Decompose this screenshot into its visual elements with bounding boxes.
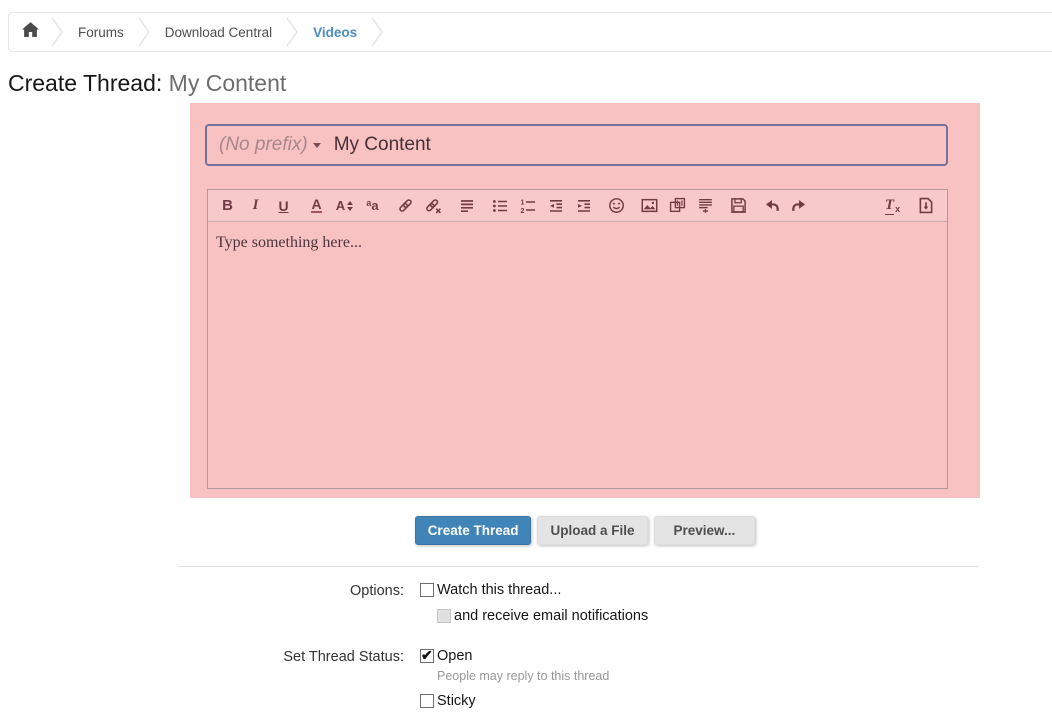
breadcrumb-separator-icon xyxy=(138,13,151,51)
quote-icon[interactable] xyxy=(696,196,715,215)
section-divider xyxy=(178,566,978,567)
sticky-label: Sticky xyxy=(437,693,476,709)
text-alignment-icon[interactable] xyxy=(457,196,476,215)
editor-placeholder: Type something here... xyxy=(216,234,362,251)
watch-thread-row: Options: Watch this thread... xyxy=(0,582,1052,599)
unlink-icon[interactable] xyxy=(424,196,443,215)
redo-icon[interactable] xyxy=(790,196,809,215)
numbered-list-icon[interactable]: 12 xyxy=(518,196,537,215)
email-notifications-label: and receive email notifications xyxy=(454,608,648,624)
remove-formatting-icon[interactable]: T x xyxy=(883,196,902,215)
email-notifications-row: and receive email notifications xyxy=(0,608,1052,624)
home-breadcrumb[interactable] xyxy=(9,22,51,42)
thread-status-sticky-row: Sticky xyxy=(0,693,1052,709)
prefix-dropdown-label: (No prefix) xyxy=(219,134,308,156)
email-notifications-checkbox[interactable] xyxy=(437,609,451,623)
options-section: Options: Watch this thread... and receiv… xyxy=(0,582,1052,709)
font-size-icon[interactable]: A xyxy=(335,196,354,215)
editor-body[interactable]: Type something here... xyxy=(208,222,947,488)
breadcrumb-separator-icon xyxy=(286,13,299,51)
upload-file-button[interactable]: Upload a File xyxy=(537,516,647,545)
page-title-prefix: Create Thread: xyxy=(8,70,162,96)
action-button-row: Create Thread Upload a File Preview... xyxy=(190,516,980,545)
svg-text:2: 2 xyxy=(520,208,524,214)
breadcrumb-download-central[interactable]: Download Central xyxy=(151,25,286,40)
insert-media-icon[interactable] xyxy=(668,196,687,215)
preview-button[interactable]: Preview... xyxy=(654,516,756,545)
indent-icon[interactable] xyxy=(574,196,593,215)
smilies-icon[interactable] xyxy=(607,196,626,215)
outdent-icon[interactable] xyxy=(546,196,565,215)
draft-group xyxy=(722,196,755,215)
open-hint-row: People may reply to this thread xyxy=(0,665,1052,683)
editor-toolbar: B I U A A a a xyxy=(208,190,947,222)
checkmark-icon: ✔ xyxy=(421,649,433,661)
font-family-icon[interactable]: a a xyxy=(363,196,382,215)
thread-title-input[interactable]: (No prefix) My Content xyxy=(205,124,948,166)
insert-image-icon[interactable] xyxy=(640,196,659,215)
chevron-down-icon xyxy=(313,143,321,148)
italic-icon[interactable]: I xyxy=(246,196,265,215)
watch-thread-checkbox[interactable] xyxy=(420,583,434,597)
thread-status-label: Set Thread Status: xyxy=(0,648,420,665)
bulleted-list-icon[interactable] xyxy=(490,196,509,215)
breadcrumb-separator-icon xyxy=(51,13,64,51)
editor-mode-group: T x xyxy=(876,196,944,215)
format-group: B I U xyxy=(211,196,300,215)
highlighted-form-overlay: (No prefix) My Content B I U A A a a xyxy=(190,103,980,498)
open-hint: People may reply to this thread xyxy=(420,669,609,683)
svg-text:1: 1 xyxy=(520,199,524,206)
link-group xyxy=(389,196,450,215)
thread-title-value: My Content xyxy=(334,134,431,156)
media-group xyxy=(633,196,722,215)
breadcrumb: Forums Download Central Videos xyxy=(8,12,1052,52)
bold-icon[interactable]: B xyxy=(218,196,237,215)
create-thread-button[interactable]: Create Thread xyxy=(415,516,532,545)
sticky-checkbox[interactable] xyxy=(420,694,434,708)
list-group: 12 xyxy=(483,196,600,215)
font-group: A A a a xyxy=(300,196,389,215)
history-group xyxy=(755,196,816,215)
underline-icon[interactable]: U xyxy=(274,196,293,215)
toggle-bbcode-editor-icon[interactable] xyxy=(916,196,935,215)
watch-thread-label: Watch this thread... xyxy=(437,582,561,598)
text-color-icon[interactable]: A xyxy=(311,198,321,213)
breadcrumb-forums[interactable]: Forums xyxy=(64,25,138,40)
breadcrumb-videos[interactable]: Videos xyxy=(299,25,371,40)
breadcrumb-separator-icon xyxy=(371,13,384,51)
undo-icon[interactable] xyxy=(762,196,781,215)
home-icon xyxy=(22,22,39,42)
rich-text-editor: B I U A A a a xyxy=(207,189,948,489)
smilies-group xyxy=(600,196,633,215)
prefix-dropdown[interactable]: (No prefix) xyxy=(219,134,321,156)
open-checkbox[interactable]: ✔ xyxy=(420,649,434,663)
open-label: Open xyxy=(437,648,472,664)
page-title: Create Thread: My Content xyxy=(8,70,1052,97)
page-title-thread-name: My Content xyxy=(169,70,287,96)
insert-link-icon[interactable] xyxy=(396,196,415,215)
thread-status-open-row: Set Thread Status: ✔ Open xyxy=(0,648,1052,665)
save-draft-icon[interactable] xyxy=(729,196,748,215)
options-label: Options: xyxy=(0,582,420,599)
align-group xyxy=(450,196,483,215)
